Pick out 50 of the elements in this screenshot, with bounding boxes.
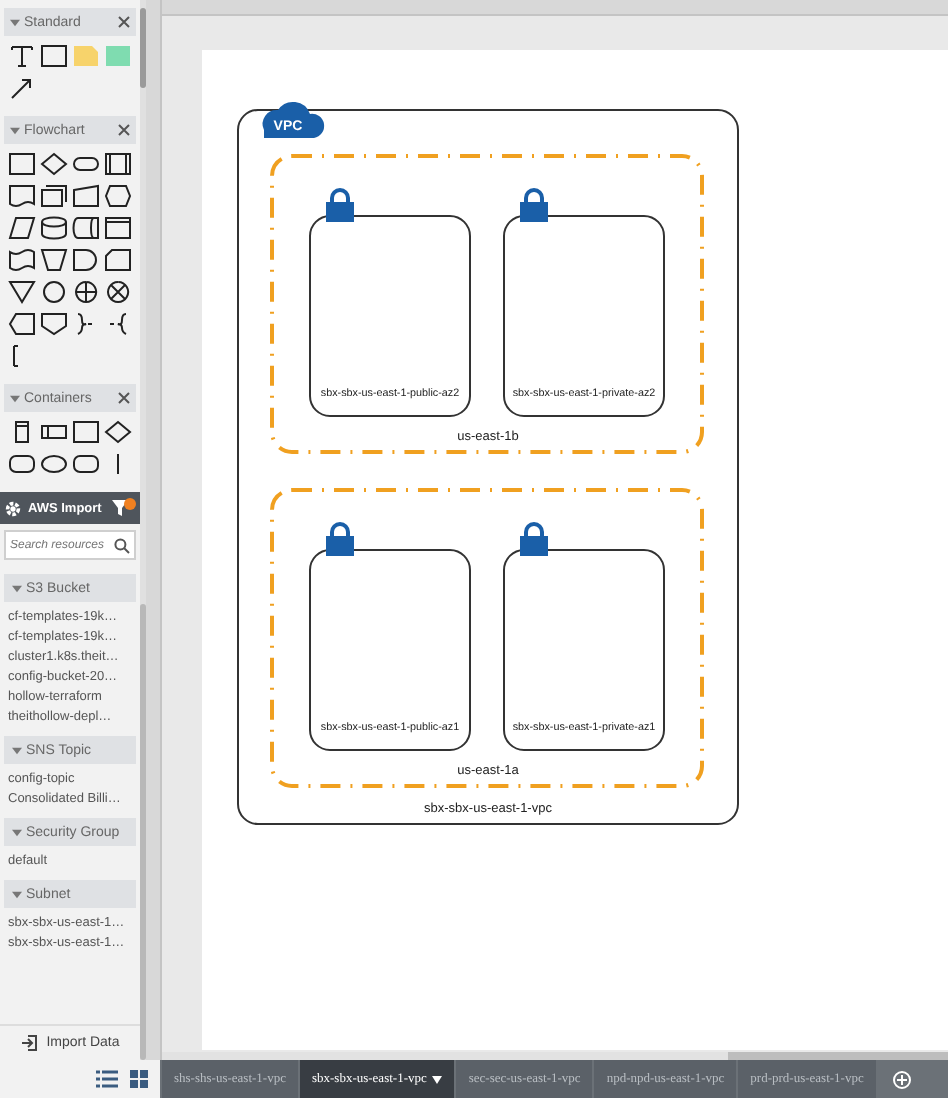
scrollbar-thumb[interactable] bbox=[140, 8, 146, 88]
orc-shape-icon[interactable] bbox=[72, 280, 100, 304]
delay-shape-icon[interactable] bbox=[72, 248, 100, 272]
cyl-shape-icon[interactable] bbox=[40, 216, 68, 240]
scrollbar-thumb[interactable] bbox=[140, 603, 146, 1060]
tri-shape-icon[interactable] bbox=[8, 280, 36, 304]
store-shape-icon[interactable] bbox=[72, 216, 100, 240]
padlock-icon bbox=[326, 522, 354, 556]
proc-shape-icon[interactable] bbox=[104, 152, 132, 176]
close-icon[interactable] bbox=[118, 124, 130, 136]
hcont-shape-icon[interactable] bbox=[40, 420, 68, 444]
scrollbar-thumb[interactable] bbox=[728, 1052, 948, 1060]
brace2-shape-icon[interactable] bbox=[104, 312, 132, 336]
padlock-icon bbox=[520, 522, 548, 556]
diamond-shape-icon[interactable] bbox=[40, 152, 68, 176]
search-icon[interactable] bbox=[114, 537, 130, 553]
rrect-shape-icon[interactable] bbox=[72, 452, 100, 476]
pill-shape-icon[interactable] bbox=[72, 152, 100, 176]
close-icon[interactable] bbox=[118, 392, 130, 404]
import-icon bbox=[20, 1034, 39, 1052]
arrow-shape-icon[interactable] bbox=[8, 76, 36, 100]
diamond-shape-icon[interactable] bbox=[104, 420, 132, 444]
para-shape-icon[interactable] bbox=[8, 216, 36, 240]
card-shape-icon[interactable] bbox=[104, 248, 132, 272]
grid-icon[interactable] bbox=[130, 1070, 148, 1088]
caret-icon bbox=[432, 1075, 443, 1083]
rect-shape-icon[interactable] bbox=[40, 44, 68, 68]
padlock-icon bbox=[520, 188, 548, 222]
settings-icon[interactable] bbox=[4, 499, 22, 517]
text-tool-shape-icon[interactable] bbox=[8, 44, 36, 68]
rect-shape-icon[interactable] bbox=[8, 152, 36, 176]
padlock-icon bbox=[326, 188, 354, 222]
ellipse-shape-icon[interactable] bbox=[40, 452, 68, 476]
list-icon[interactable] bbox=[96, 1070, 118, 1088]
off-shape-icon[interactable] bbox=[40, 312, 68, 336]
trap-shape-icon[interactable] bbox=[40, 248, 68, 272]
circle-shape-icon[interactable] bbox=[40, 280, 68, 304]
add-icon bbox=[891, 1069, 912, 1089]
xc-shape-icon[interactable] bbox=[104, 280, 132, 304]
filter-icon[interactable] bbox=[112, 497, 136, 519]
rrect-shape-icon[interactable] bbox=[8, 452, 36, 476]
tape-shape-icon[interactable] bbox=[8, 248, 36, 272]
disp-shape-icon[interactable] bbox=[8, 312, 36, 336]
hex-shape-icon[interactable] bbox=[104, 184, 132, 208]
frame-shape-icon[interactable] bbox=[104, 216, 132, 240]
manual-shape-icon[interactable] bbox=[72, 184, 100, 208]
rect-shape-icon[interactable] bbox=[72, 420, 100, 444]
multi-shape-icon[interactable] bbox=[40, 184, 68, 208]
close-icon[interactable] bbox=[118, 16, 130, 28]
doc-shape-icon[interactable] bbox=[8, 184, 36, 208]
